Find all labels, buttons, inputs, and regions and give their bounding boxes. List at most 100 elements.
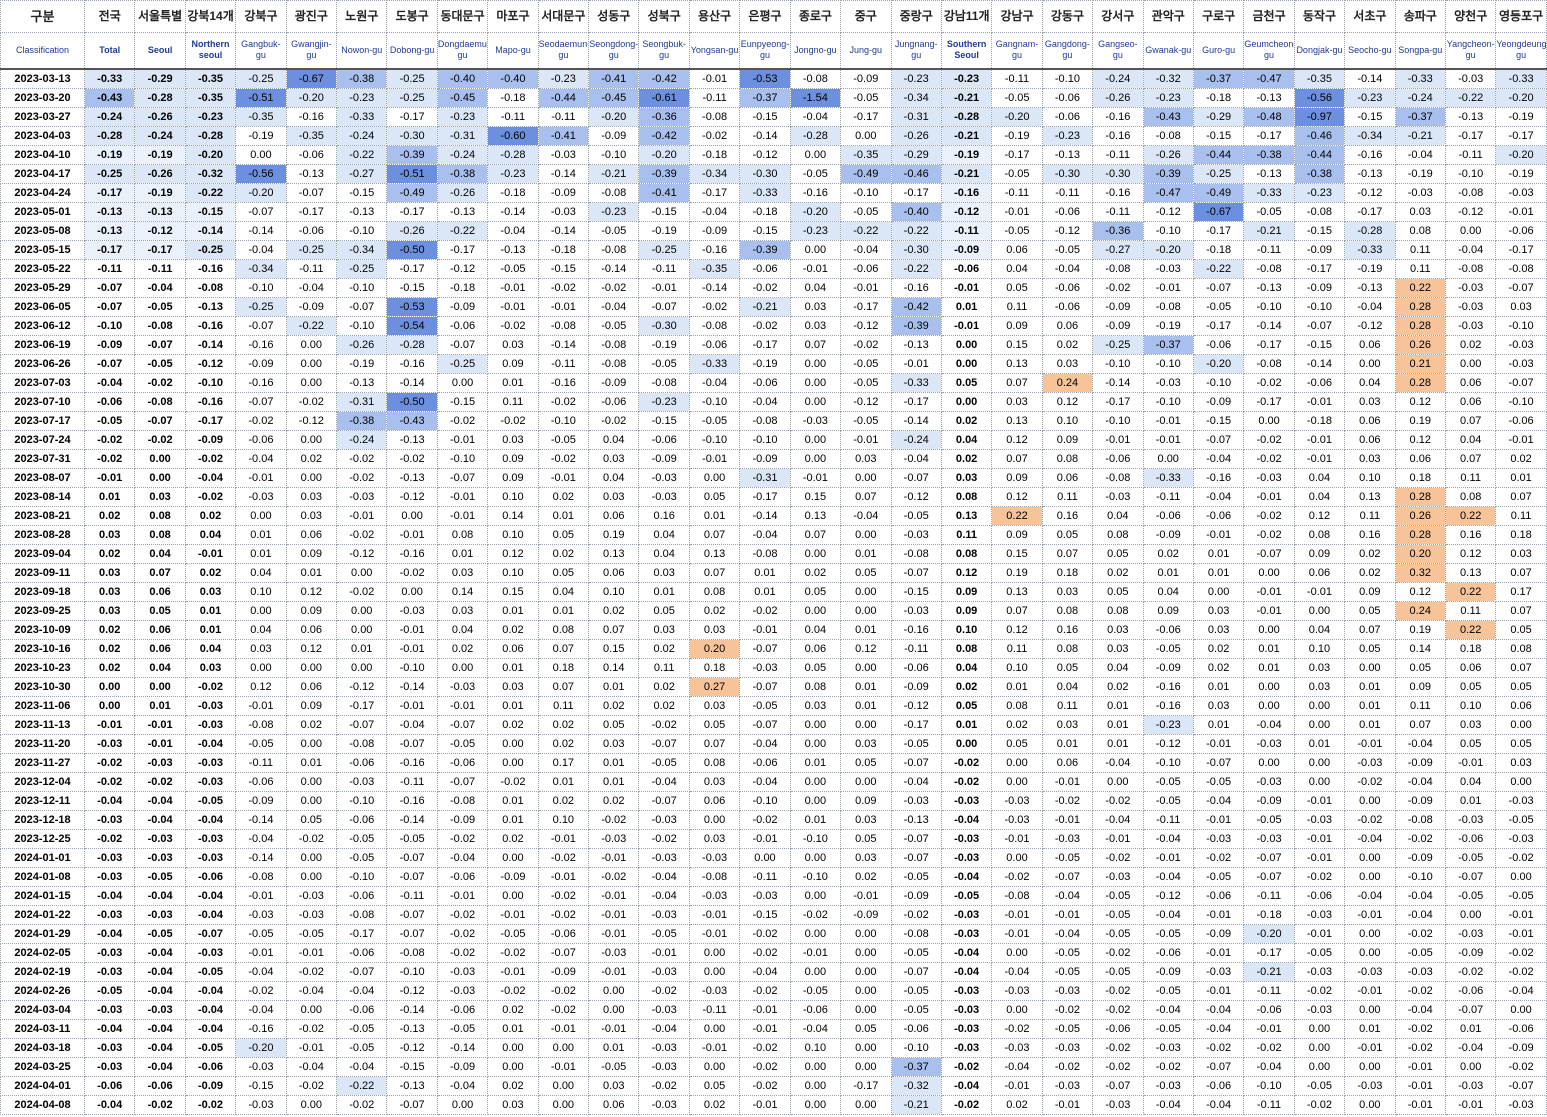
table-cell: -0.38: [336, 67, 388, 89]
table-cell: -0.09: [1192, 391, 1245, 412]
table-cell: -0.08: [588, 239, 640, 260]
table-cell: -0.23: [487, 163, 539, 184]
table-cell: -0.08: [588, 353, 640, 374]
table-cell: 0.00: [1243, 619, 1295, 640]
table-cell: -0.15: [436, 391, 489, 412]
table-cell: -0.26: [336, 334, 388, 355]
table-cell: -0.33: [739, 182, 791, 203]
table-cell: 0.00: [789, 885, 842, 906]
table-cell: -0.07: [1495, 277, 1547, 298]
table-cell: 0.01: [1142, 562, 1194, 583]
table-cell: -0.03: [688, 847, 741, 868]
table-cell: -0.11: [1041, 182, 1094, 203]
table-cell: 0.00: [688, 467, 741, 488]
column-header-korean: 은평구: [739, 0, 791, 33]
table-cell: -0.26: [436, 182, 489, 203]
table-cell: -0.01: [1293, 828, 1346, 849]
table-cell: 0.02: [638, 676, 690, 697]
table-cell: -0.17: [336, 695, 388, 716]
table-cell: -0.05: [1394, 942, 1446, 963]
table-cell: 0.01: [1243, 657, 1295, 678]
table-cell: 0.00: [1444, 1056, 1497, 1077]
table-cell: -0.53: [739, 67, 791, 89]
table-cell: -0.03: [940, 923, 993, 944]
table-cell: 0.00: [588, 980, 640, 1001]
table-cell: -0.01: [940, 277, 993, 298]
table-cell: 0.01: [840, 676, 892, 697]
table-cell: -0.02: [134, 429, 186, 450]
table-cell: -0.06: [890, 657, 942, 678]
table-cell: 0.05: [840, 562, 892, 583]
row-date: 2023-04-10: [0, 144, 85, 165]
table-cell: 0.03: [487, 1094, 539, 1115]
table-cell: -0.22: [1192, 258, 1245, 279]
table-cell: -0.09: [1142, 524, 1194, 545]
table-cell: -0.03: [83, 1037, 136, 1058]
table-cell: -0.53: [386, 296, 438, 317]
table-cell: -0.10: [688, 429, 741, 450]
table-cell: -0.11: [1243, 980, 1295, 1001]
table-cell: -0.14: [1344, 67, 1396, 89]
table-cell: -0.04: [134, 885, 186, 906]
table-cell: -0.09: [638, 448, 690, 469]
table-cell: 0.10: [1293, 638, 1346, 659]
table-cell: 0.20: [1394, 543, 1446, 564]
table-cell: -0.03: [83, 999, 136, 1020]
table-cell: 0.00: [285, 657, 338, 678]
table-cell: 0.07: [789, 334, 842, 355]
table-cell: -0.05: [588, 315, 640, 336]
table-cell: -0.01: [1041, 1094, 1094, 1115]
table-cell: 0.06: [1344, 410, 1396, 431]
table-cell: 0.00: [789, 771, 842, 792]
table-cell: -0.07: [436, 334, 489, 355]
table-cell: 0.03: [83, 581, 136, 602]
row-date: 2023-07-31: [0, 448, 85, 469]
table-cell: 0.02: [940, 676, 993, 697]
table-cell: 0.01: [588, 752, 640, 773]
table-cell: -0.04: [83, 790, 136, 811]
table-cell: -0.09: [1394, 790, 1446, 811]
table-cell: -0.10: [336, 866, 388, 887]
table-cell: 0.04: [436, 619, 489, 640]
table-cell: -0.08: [638, 372, 690, 393]
table-cell: -0.17: [336, 923, 388, 944]
table-cell: -0.02: [336, 467, 388, 488]
table-cell: -0.02: [83, 448, 136, 469]
table-cell: -0.04: [840, 239, 892, 260]
table-cell: 0.00: [487, 733, 539, 754]
table-cell: -0.05: [1192, 866, 1245, 887]
table-cell: -0.12: [386, 486, 438, 507]
table-cell: -0.17: [285, 201, 338, 222]
table-cell: -0.01: [235, 942, 287, 963]
table-cell: 0.05: [840, 828, 892, 849]
table-cell: -0.14: [890, 410, 942, 431]
table-cell: -0.23: [1041, 125, 1094, 146]
column-header-english: Seoul: [134, 32, 186, 69]
table-cell: -0.01: [1243, 1018, 1295, 1039]
table-cell: -0.04: [235, 828, 287, 849]
table-row: 2023-04-17 -0.25 -0.26 -0.32 -0.56 -0.13 -0.27…: [0, 163, 1547, 184]
table-cell: -0.04: [83, 372, 136, 393]
row-date: 2023-07-24: [0, 429, 85, 450]
table-cell: 0.01: [436, 543, 489, 564]
table-cell: 0.26: [1394, 505, 1446, 526]
table-cell: 0.09: [487, 467, 539, 488]
table-cell: 0.18: [1444, 638, 1497, 659]
table-cell: -0.01: [1142, 847, 1194, 868]
table-cell: 0.09: [285, 600, 338, 621]
table-cell: -0.06: [1293, 885, 1346, 906]
table-cell: 0.02: [588, 695, 640, 716]
table-cell: -0.01: [688, 1037, 741, 1058]
row-date: 2023-08-07: [0, 467, 85, 488]
table-cell: -0.12: [336, 676, 388, 697]
table-cell: 0.02: [487, 714, 539, 735]
table-cell: -0.03: [83, 942, 136, 963]
table-cell: -0.01: [1394, 1075, 1446, 1096]
table-row: 2023-10-30 0.00 0.00 -0.02 0.12 0.06 -0.12 -0.1…: [0, 676, 1547, 697]
table-cell: -0.28: [789, 125, 842, 146]
table-cell: -0.01: [386, 524, 438, 545]
table-cell: -0.15: [638, 410, 690, 431]
table-cell: -0.14: [537, 163, 590, 184]
table-cell: -0.21: [588, 163, 640, 184]
table-cell: -0.02: [1444, 961, 1497, 982]
